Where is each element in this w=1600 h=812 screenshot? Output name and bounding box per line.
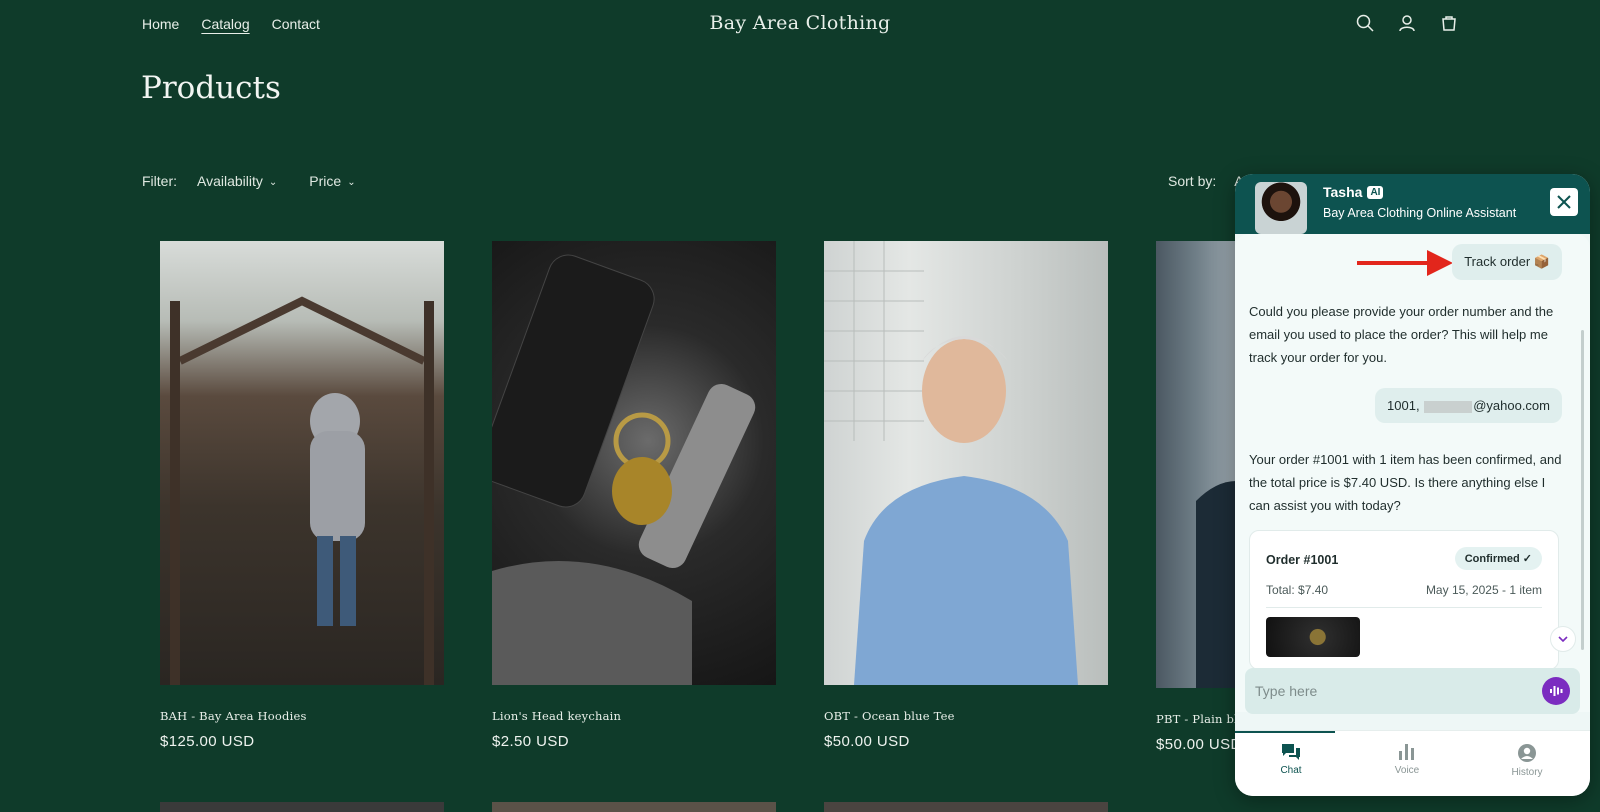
ai-badge: AI: [1367, 185, 1384, 199]
filter-bar: Filter: Availability ⌄ Price ⌄: [142, 173, 356, 189]
user-circle-icon: [1518, 744, 1536, 762]
product-name[interactable]: Lion's Head keychain: [492, 709, 776, 723]
close-icon: [1557, 195, 1571, 209]
chat-widget: Tasha AI Bay Area Clothing Online Assist…: [1235, 174, 1590, 796]
chat-icon: [1282, 744, 1300, 760]
message-input[interactable]: [1255, 668, 1525, 714]
user-message-order: 1001,: [1387, 398, 1420, 413]
page-title: Products: [141, 70, 281, 106]
audio-wave-icon: [1550, 686, 1563, 696]
scroll-down-button[interactable]: [1550, 626, 1576, 652]
tab-history[interactable]: History: [1487, 743, 1567, 778]
price-label: Price: [309, 173, 342, 189]
product-name[interactable]: OBT - Ocean blue Tee: [824, 709, 1108, 723]
product-image[interactable]: [492, 241, 776, 685]
tab-label: Voice: [1394, 765, 1420, 776]
sort-label: Sort by:: [1168, 173, 1217, 189]
chat-tabbar: Chat Voice History: [1235, 730, 1590, 796]
order-card[interactable]: Order #1001 Confirmed ✓ Total: $7.40 May…: [1249, 530, 1559, 670]
bot-message: Could you please provide your order numb…: [1249, 304, 1554, 365]
product-card[interactable]: BAH - Bay Area Hoodies $125.00 USD: [160, 241, 444, 750]
availability-label: Availability: [197, 173, 263, 189]
active-tab-indicator: [1235, 731, 1335, 733]
product-card[interactable]: Lion's Head keychain $2.50 USD: [492, 241, 776, 750]
product-price: $50.00 USD: [824, 733, 910, 750]
agent-subtitle: Bay Area Clothing Online Assistant: [1323, 206, 1517, 220]
chat-messages[interactable]: Track order 📦 Could you please provide y…: [1235, 234, 1590, 712]
cart-icon[interactable]: [1438, 12, 1460, 34]
user-message: Track order 📦: [1452, 244, 1562, 280]
filter-label: Filter:: [142, 173, 177, 189]
product-image[interactable]: [824, 241, 1108, 685]
bot-message: Your order #1001 with 1 item has been co…: [1249, 452, 1562, 513]
user-message: 1001, @yahoo.com: [1375, 388, 1562, 423]
divider: [1266, 607, 1542, 608]
order-total: Total: $7.40: [1266, 583, 1329, 597]
redacted-text: [1424, 400, 1473, 413]
chevron-down-icon: ⌄: [268, 176, 278, 188]
product-name[interactable]: BAH - Bay Area Hoodies: [160, 709, 444, 723]
user-message-email: @yahoo.com: [1473, 398, 1550, 413]
chat-header: Tasha AI Bay Area Clothing Online Assist…: [1235, 174, 1590, 234]
product-price: $50.00 USD: [1156, 736, 1242, 753]
chevron-down-icon: [1558, 636, 1568, 642]
search-icon[interactable]: [1354, 12, 1376, 34]
tab-label: Chat: [1280, 765, 1302, 776]
close-chat-button[interactable]: [1550, 188, 1578, 216]
tab-label: History: [1511, 767, 1543, 778]
tab-chat[interactable]: Chat: [1251, 743, 1331, 776]
agent-avatar: [1255, 182, 1307, 234]
tab-voice[interactable]: Voice: [1367, 743, 1447, 776]
voice-input-button[interactable]: [1542, 677, 1570, 705]
voice-bars-icon: [1399, 744, 1414, 760]
product-image-peek: [160, 802, 444, 812]
sort-bar: Sort by: A: [1168, 173, 1244, 189]
product-price: $125.00 USD: [160, 733, 255, 750]
agent-name-row: Tasha AI: [1323, 184, 1384, 200]
chevron-down-icon: ⌄: [347, 176, 356, 188]
price-filter[interactable]: Price ⌄: [309, 173, 355, 189]
arrow-annotation-icon: [1357, 250, 1453, 276]
status-badge: Confirmed ✓: [1454, 547, 1542, 570]
product-image[interactable]: [1156, 241, 1236, 688]
account-icon[interactable]: [1396, 12, 1418, 34]
product-card[interactable]: PBT - Plain bla $50.00 USD: [1156, 241, 1245, 753]
scrollbar[interactable]: [1581, 330, 1584, 650]
product-card[interactable]: OBT - Ocean blue Tee $50.00 USD: [824, 241, 1108, 750]
order-number: Order #1001: [1266, 553, 1339, 567]
product-image-peek: [824, 802, 1108, 812]
product-name[interactable]: PBT - Plain bla: [1156, 712, 1245, 726]
header-icons: [1354, 12, 1460, 34]
order-item-thumbnail: [1266, 617, 1360, 657]
agent-name: Tasha: [1323, 184, 1363, 200]
availability-filter[interactable]: Availability ⌄: [197, 173, 277, 189]
message-input-wrap: [1245, 668, 1580, 714]
product-image-peek: [492, 802, 776, 812]
product-price: $2.50 USD: [492, 733, 569, 750]
product-image[interactable]: [160, 241, 444, 685]
order-date: May 15, 2025 - 1 item: [1425, 583, 1542, 597]
